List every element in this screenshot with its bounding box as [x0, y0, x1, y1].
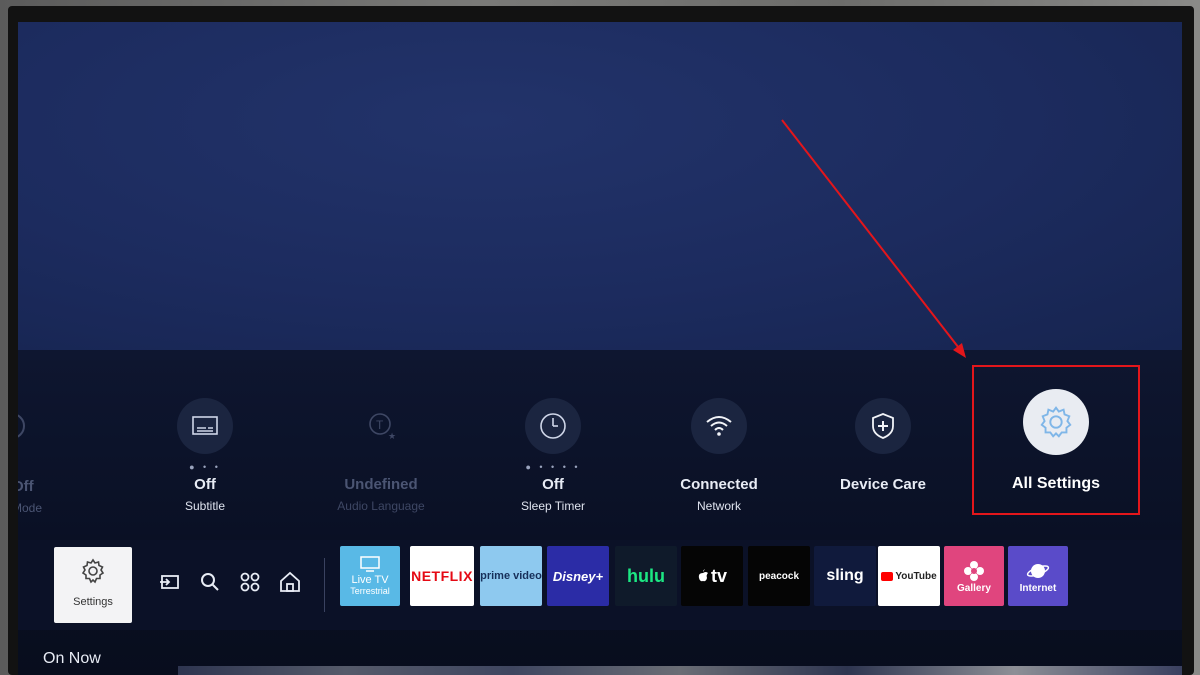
quick-settings-panel: Off Mode ● • • Off Subtitle T★ Undefined…	[18, 350, 1182, 675]
app-apple-tv[interactable]: tv	[681, 546, 743, 606]
app-internet-label: Internet	[1019, 582, 1057, 594]
page-dots	[808, 460, 958, 474]
on-now-thumbnails[interactable]	[178, 666, 1182, 675]
app-hulu[interactable]: hulu	[615, 546, 677, 606]
app-gallery-label: Gallery	[957, 582, 991, 594]
settings-tile-label: Settings	[73, 596, 113, 608]
partial-value: Off	[18, 478, 34, 495]
svg-text:T: T	[376, 418, 384, 432]
page-dots: ● • •	[189, 462, 221, 472]
app-sling[interactable]: sling	[814, 546, 876, 606]
youtube-play-icon	[881, 571, 894, 581]
app-apple-tv-label: tv	[710, 565, 727, 586]
quick-setting-audio-language[interactable]: T ★ Undefined Audio Language	[306, 398, 456, 513]
audio-language-value: Undefined	[344, 476, 418, 493]
quick-setting-partial[interactable]: Off Mode	[18, 398, 72, 515]
subtitle-icon	[177, 398, 233, 454]
quick-setting-sleep-timer[interactable]: ● • • • • Off Sleep Timer	[478, 398, 628, 513]
quick-setting-subtitle[interactable]: ● • • Off Subtitle	[130, 398, 280, 513]
page-dots: ● • • • •	[525, 462, 581, 472]
app-bar-divider	[324, 558, 325, 612]
quick-setting-device-care[interactable]: Device Care	[808, 398, 958, 499]
sleep-timer-value: Off	[542, 476, 564, 493]
svg-text:★: ★	[388, 431, 396, 441]
app-sling-label: sling	[826, 567, 864, 584]
app-hulu-label: hulu	[627, 565, 665, 586]
tv-icon	[360, 556, 380, 572]
sleep-timer-label: Sleep Timer	[520, 499, 586, 513]
shield-icon	[855, 398, 911, 454]
app-live-tv[interactable]: Live TV Terrestrial	[340, 546, 400, 606]
network-label: Network	[696, 499, 741, 513]
all-settings-button[interactable]: All Settings	[972, 365, 1140, 515]
home-icon[interactable]	[278, 570, 302, 594]
content-area	[18, 22, 1182, 350]
tv-screen: Off Mode ● • • Off Subtitle T★ Undefined…	[18, 22, 1182, 675]
page-dots	[306, 460, 456, 474]
apple-icon	[698, 569, 708, 582]
app-netflix[interactable]: NETFLIX	[410, 546, 474, 606]
app-youtube-label: YouTube	[895, 570, 937, 582]
app-gallery[interactable]: Gallery	[944, 546, 1004, 606]
app-prime-video-label: prime video	[480, 570, 542, 582]
input-icon[interactable]	[158, 570, 182, 594]
gear-icon	[1023, 389, 1089, 455]
network-value: Connected	[680, 476, 758, 493]
app-disney-plus[interactable]: Disney+	[547, 546, 609, 606]
subtitle-value: Off	[194, 476, 216, 493]
app-netflix-label: NETFLIX	[411, 568, 473, 584]
app-youtube[interactable]: YouTube	[878, 546, 940, 606]
app-internet[interactable]: Internet	[1008, 546, 1068, 606]
page-dots	[644, 460, 794, 474]
app-prime-video[interactable]: prime video	[480, 546, 542, 606]
app-live-tv-label: Live TV	[351, 574, 389, 586]
app-disney-plus-label: Disney+	[552, 568, 604, 584]
app-peacock[interactable]: peacock	[748, 546, 810, 606]
app-bar: Settings Live TV Terrestrial NETFLIX pri…	[18, 540, 1182, 630]
audio-language-label: Audio Language	[337, 499, 425, 513]
device-care-value: Device Care	[840, 476, 926, 493]
all-settings-label: All Settings	[1011, 475, 1100, 492]
planet-icon	[1026, 563, 1050, 578]
flower-icon	[964, 560, 984, 581]
settings-tile[interactable]: Settings	[54, 547, 132, 623]
subtitle-label: Subtitle	[184, 499, 226, 513]
app-live-tv-sub: Terrestrial	[350, 586, 390, 596]
search-icon[interactable]	[198, 570, 222, 594]
speech-icon: T ★	[353, 398, 409, 454]
app-peacock-label: peacock	[758, 570, 800, 582]
mode-icon	[18, 414, 25, 438]
apps-icon[interactable]	[238, 570, 262, 594]
on-now-heading: On Now	[43, 650, 101, 667]
gear-icon	[81, 558, 105, 584]
quick-setting-network[interactable]: Connected Network	[644, 398, 794, 513]
timer-icon	[525, 398, 581, 454]
wifi-icon	[691, 398, 747, 454]
partial-label: Mode	[18, 501, 43, 515]
